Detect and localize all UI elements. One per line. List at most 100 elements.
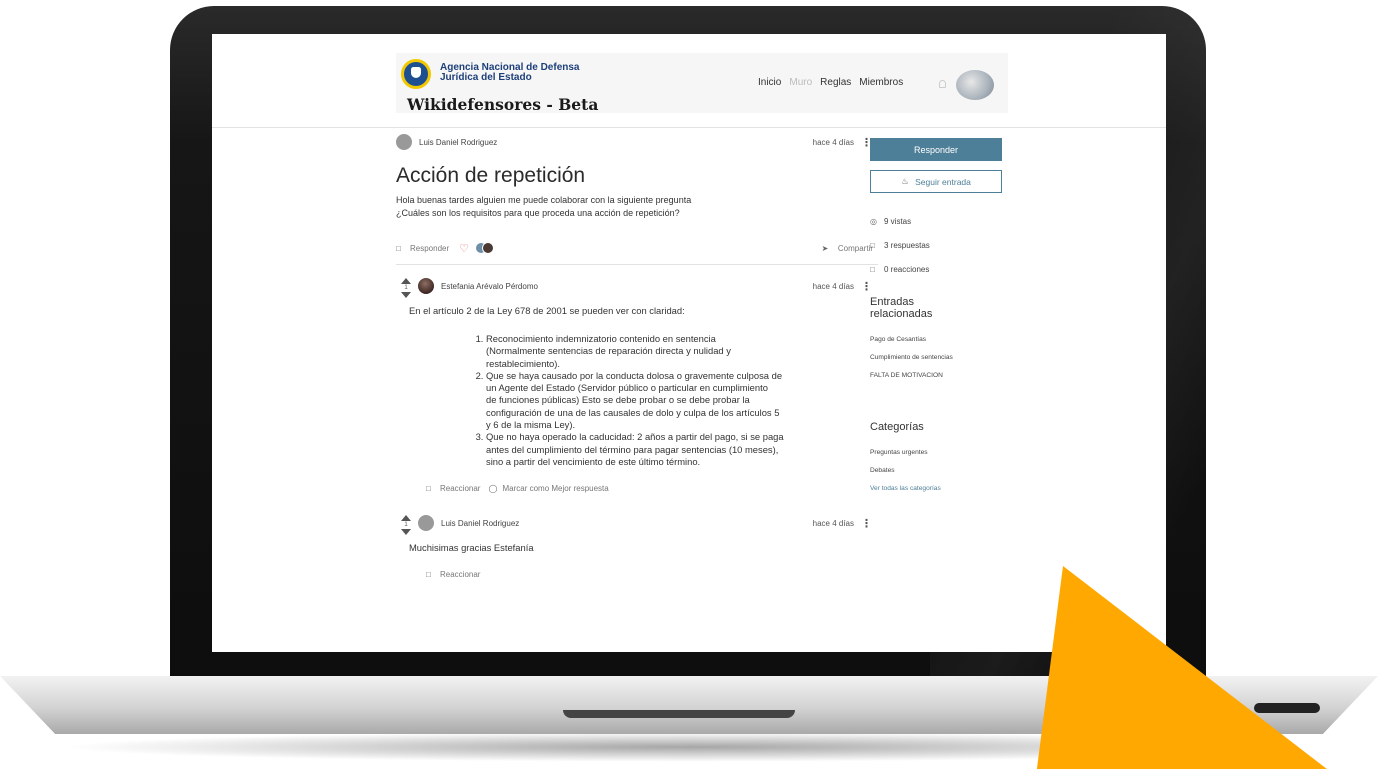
list-item: Que no haya operado la caducidad: 2 años…	[486, 431, 878, 468]
heart-icon[interactable]: ♡	[459, 242, 469, 255]
reactions-stat: □ 0 reacciones	[870, 265, 1002, 274]
top-nav: Inicio Muro Reglas Miembros	[758, 77, 903, 88]
avatar[interactable]	[396, 134, 412, 150]
replies-stat: □ 3 respuestas	[870, 241, 1002, 250]
answer-time: hace 4 días	[812, 518, 854, 528]
user-avatar[interactable]	[956, 70, 994, 100]
react-icon: □	[426, 570, 431, 580]
list-item: Reconocimiento indemnizatorio contenido …	[486, 333, 878, 370]
best-answer-label: Marcar como Mejor respuesta	[502, 484, 609, 494]
answer-text: Muchisimas gracias Estefanía	[409, 542, 534, 554]
laptop-port	[1254, 703, 1320, 713]
comment-icon: □	[870, 241, 875, 250]
agency-name[interactable]: Agencia Nacional de Defensa Jurídica del…	[440, 63, 580, 83]
post-actions: □ Responder ♡ ➤ Compartir	[396, 242, 878, 255]
categories-list: Preguntas urgentes Debates Ver todas las…	[870, 447, 1002, 494]
reply-link[interactable]: Responder	[410, 244, 449, 253]
answer-time: hace 4 días	[812, 281, 854, 291]
nav-muro[interactable]: Muro	[789, 77, 812, 88]
vote-count: 1	[404, 522, 408, 529]
follow-button[interactable]: ♨ Seguir entrada	[870, 170, 1002, 193]
divider	[396, 264, 878, 265]
list-item-line: (Normalmente sentencias de reparación di…	[486, 345, 731, 357]
post-body-line: Hola buenas tardes alguien me puede cola…	[396, 195, 692, 205]
answer: 1 Estefania Arévalo Pérdomo hace 4 días …	[396, 278, 878, 493]
share-link[interactable]: ➤ Compartir	[822, 244, 873, 253]
answer-author[interactable]: Estefania Arévalo Pérdomo	[441, 282, 538, 291]
scene: Agencia Nacional de Defensa Jurídica del…	[0, 0, 1378, 769]
colombia-seal-icon	[401, 59, 431, 89]
follow-label: Seguir entrada	[915, 176, 971, 187]
upvote-icon[interactable]	[401, 278, 411, 284]
notification-bell-icon[interactable]	[939, 80, 946, 88]
downvote-icon[interactable]	[401, 292, 411, 298]
views-stat: ◎ 9 vistas	[870, 217, 1002, 226]
category-link[interactable]: Debates	[870, 465, 1002, 476]
post-body: Hola buenas tardes alguien me puede cola…	[396, 194, 878, 220]
replies-count: 3 respuestas	[884, 241, 930, 250]
related-list: Pago de Cesantías Cumplimiento de senten…	[870, 334, 1002, 381]
react-button[interactable]: □ Reaccionar	[426, 484, 480, 493]
share-label: Compartir	[837, 243, 873, 253]
eye-icon: ◎	[870, 217, 877, 226]
answer-author[interactable]: Luis Daniel Rodriguez	[441, 519, 519, 528]
views-count: 9 vistas	[884, 217, 912, 226]
site-title[interactable]: Wikidefensores - Beta	[407, 95, 598, 114]
list-item-line: y 6 de la misma Ley).	[486, 419, 576, 431]
answer-actions: □ Reaccionar	[426, 570, 878, 579]
requirements-list: Reconocimiento indemnizatorio contenido …	[456, 333, 878, 468]
check-circle-icon: ◯	[488, 484, 498, 494]
nav-miembros[interactable]: Miembros	[859, 77, 903, 88]
post-body-line: ¿Cuáles son los requisitos para que proc…	[396, 208, 680, 218]
related-link[interactable]: Pago de Cesantías	[870, 334, 1002, 345]
related-link[interactable]: FALTA DE MOTIVACION	[870, 370, 1002, 381]
related-heading: Entradas relacionadas	[870, 296, 933, 320]
post-meta: Luis Daniel Rodriguez hace 4 días ⋮	[396, 134, 878, 150]
categories-heading: Categorías	[870, 421, 924, 433]
best-answer-button[interactable]: ◯ Marcar como Mejor respuesta	[488, 484, 608, 493]
vote-control: 1	[400, 278, 412, 298]
bell-icon: ♨	[901, 176, 909, 186]
more-options-icon[interactable]: ⋮	[861, 517, 872, 530]
reply-button[interactable]: Responder	[870, 138, 1002, 161]
list-item-line: configuración de una de las causales de …	[486, 406, 780, 418]
list-item-line: Que no haya operado la caducidad: 2 años…	[486, 431, 784, 443]
list-item-line: Reconocimiento indemnizatorio contenido …	[486, 333, 716, 344]
answer-meta: Luis Daniel Rodriguez hace 4 días ⋮	[418, 515, 878, 532]
post: Luis Daniel Rodriguez hace 4 días ⋮ Acci…	[396, 134, 878, 579]
react-icon: □	[426, 484, 431, 494]
post-time: hace 4 días	[812, 137, 854, 147]
reactions-count: 0 reacciones	[884, 265, 930, 274]
laptop-screen: Agencia Nacional de Defensa Jurídica del…	[212, 34, 1166, 652]
reactor-avatars[interactable]	[475, 242, 495, 254]
nav-reglas[interactable]: Reglas	[820, 77, 851, 88]
vote-control: 1	[400, 515, 412, 536]
nav-inicio[interactable]: Inicio	[758, 77, 781, 88]
upvote-icon[interactable]	[401, 515, 411, 522]
list-item-line: de funciones públicas) Esto se debe prob…	[486, 394, 750, 406]
avatar[interactable]	[418, 278, 434, 294]
header-bar: Agencia Nacional de Defensa Jurídica del…	[396, 53, 1008, 114]
answer: 1 Luis Daniel Rodriguez hace 4 días ⋮ Mu…	[396, 515, 878, 579]
related-link[interactable]: Cumplimiento de sentencias	[870, 352, 965, 363]
downvote-icon[interactable]	[401, 529, 411, 536]
share-icon: ➤	[821, 243, 829, 253]
comment-icon[interactable]: □	[396, 244, 406, 253]
avatar[interactable]	[418, 515, 434, 532]
list-item-line: Que se haya causado por la conducta dolo…	[486, 369, 783, 381]
site-header: Agencia Nacional de Defensa Jurídica del…	[212, 34, 1166, 128]
post-title: Acción de repetición	[396, 164, 586, 187]
post-author[interactable]: Luis Daniel Rodriguez	[419, 138, 497, 147]
react-button[interactable]: □ Reaccionar	[426, 570, 480, 579]
vote-count: 1	[404, 285, 408, 291]
sidebar: Responder ♨ Seguir entrada ◎ 9 vistas □ 3 …	[870, 138, 1002, 501]
post-stats: ◎ 9 vistas □ 3 respuestas □ 0 reacciones	[870, 217, 1002, 274]
agency-line2: Jurídica del Estado	[440, 72, 532, 83]
list-item-line: un Agente del Estado (Servidor público o…	[486, 382, 768, 394]
all-categories-link[interactable]: Ver todas las categorías	[870, 483, 1002, 494]
category-link[interactable]: Preguntas urgentes	[870, 447, 1002, 458]
list-item-line: antes del cumplimiento del término para …	[486, 443, 779, 455]
list-item-line: sino a partir del vencimiento de este úl…	[486, 455, 701, 467]
answer-text: En el artículo 2 de la Ley 678 de 2001 s…	[409, 305, 685, 316]
reactor-avatar	[482, 242, 495, 254]
